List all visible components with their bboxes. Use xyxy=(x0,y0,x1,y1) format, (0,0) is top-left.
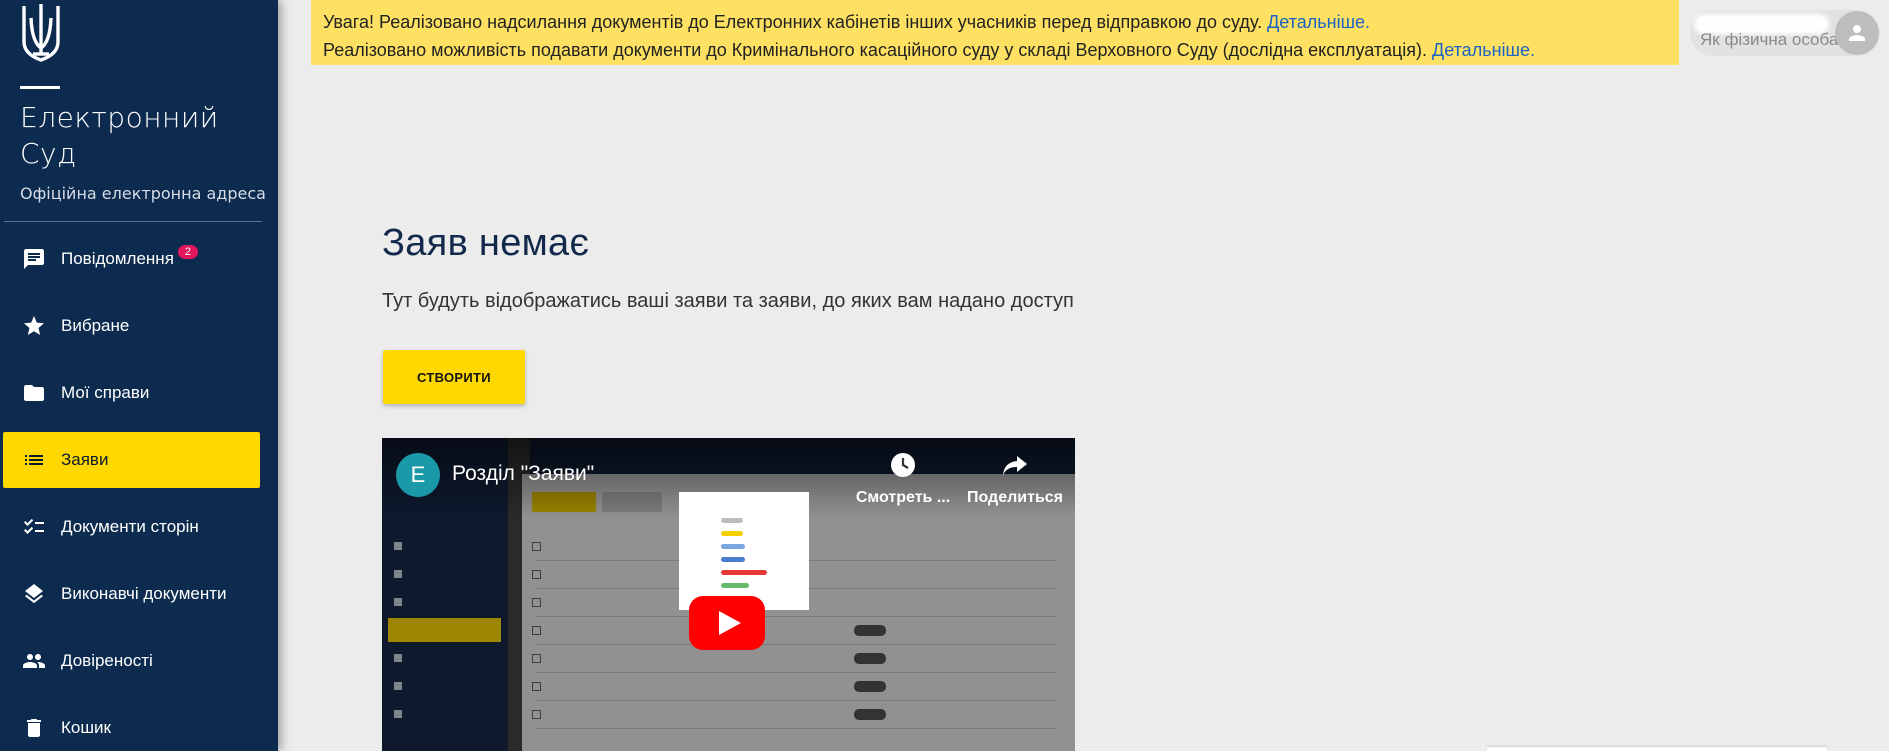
sidebar-item-label: Мої справи xyxy=(61,383,150,402)
people-icon xyxy=(21,648,47,674)
checklist-icon xyxy=(21,514,47,540)
brand-title[interactable]: Електронний Суд xyxy=(20,100,240,172)
user-icon xyxy=(1849,25,1865,41)
table-row xyxy=(536,700,1056,701)
watch-later-label: Смотреть ... xyxy=(855,489,951,506)
empty-state-description: Тут будуть відображатись ваші заяви та з… xyxy=(382,290,1074,312)
share-icon xyxy=(1003,456,1027,475)
video-preview-checkbox xyxy=(532,542,541,551)
folder-icon xyxy=(21,380,47,406)
empty-state-title: Заяв немає xyxy=(382,222,590,264)
notice-text-1: Увага! Реалізовано надсилання документів… xyxy=(323,12,1263,32)
video-preview-nav-item xyxy=(394,654,410,662)
notice-line-2: Реалізовано можливість подавати документ… xyxy=(323,36,1667,64)
video-center-thumbnail xyxy=(679,492,809,610)
video-player[interactable]: E Розділ "Заяви" Смотреть ... Поделиться xyxy=(382,438,1075,751)
video-preview-checkbox xyxy=(532,654,541,663)
avatar[interactable] xyxy=(1835,11,1879,55)
bottom-panel-edge xyxy=(1487,747,1827,751)
sidebar-divider xyxy=(4,221,262,222)
sidebar-item-label: Кошик xyxy=(61,718,111,737)
star-icon xyxy=(21,313,47,339)
video-preview-nav-item xyxy=(394,598,410,606)
video-preview-active-item xyxy=(388,618,501,642)
user-role: Як фізична особа xyxy=(1700,30,1839,49)
sidebar-item-label: Заяви xyxy=(61,450,109,469)
message-icon xyxy=(21,246,47,272)
sidebar-item-applications[interactable]: Заяви xyxy=(3,432,260,488)
share-button[interactable]: Поделиться xyxy=(960,452,1070,507)
sidebar: Електронний Суд Офіційна електронна адре… xyxy=(0,0,278,751)
create-button[interactable]: СТВОРИТИ xyxy=(383,350,525,404)
notice-line-1: Увага! Реалізовано надсилання документів… xyxy=(323,8,1667,36)
brand-subtitle: Офіційна електронна адреса xyxy=(20,184,266,203)
sidebar-item-label: Документи сторін xyxy=(61,517,199,536)
sidebar-item-label: Вибране xyxy=(61,316,130,335)
table-row xyxy=(536,672,1056,673)
sidebar-item-notifications[interactable]: Повідомлення 2 xyxy=(3,231,260,287)
video-preview-nav-item xyxy=(394,710,410,718)
notice-text-2: Реалізовано можливість подавати документ… xyxy=(323,40,1428,60)
list-icon xyxy=(21,447,47,473)
sidebar-item-powers-of-attorney[interactable]: Довіреності xyxy=(3,633,260,689)
sidebar-item-enforcement-documents[interactable]: Виконавчі документи xyxy=(3,566,260,622)
brand-divider xyxy=(20,86,60,89)
video-preview-checkbox xyxy=(532,710,541,719)
trident-logo xyxy=(22,4,60,62)
video-preview-nav-item xyxy=(394,542,410,550)
table-row xyxy=(536,728,1056,729)
layers-icon xyxy=(21,581,47,607)
trash-icon xyxy=(21,715,47,741)
clock-icon xyxy=(891,453,915,477)
notice-details-link-1[interactable]: Детальніше. xyxy=(1267,12,1370,32)
sidebar-item-party-documents[interactable]: Документи сторін xyxy=(3,499,260,555)
table-row xyxy=(536,616,1056,617)
sidebar-item-label: Виконавчі документи xyxy=(61,584,227,603)
sidebar-item-trash[interactable]: Кошик xyxy=(3,700,260,751)
channel-avatar[interactable]: E xyxy=(396,453,440,497)
video-preview-checkbox xyxy=(532,598,541,607)
sidebar-item-label: Повідомлення xyxy=(61,249,174,268)
video-preview-nav-item xyxy=(394,682,410,690)
video-preview-status-pill xyxy=(854,681,886,692)
sidebar-item-my-cases[interactable]: Мої справи xyxy=(3,365,260,421)
video-preview-checkbox xyxy=(532,682,541,691)
video-title[interactable]: Розділ "Заяви" xyxy=(452,462,594,486)
sidebar-item-favorites[interactable]: Вибране xyxy=(3,298,260,354)
video-preview-checkbox xyxy=(532,570,541,579)
video-preview-status-pill xyxy=(854,653,886,664)
watch-later-button[interactable]: Смотреть ... xyxy=(848,452,958,507)
video-preview-nav-item xyxy=(394,570,410,578)
notification-badge: 2 xyxy=(177,245,199,259)
sidebar-item-label: Довіреності xyxy=(61,651,153,670)
play-icon[interactable] xyxy=(689,596,765,650)
video-preview-status-pill xyxy=(854,709,886,720)
notice-details-link-2[interactable]: Детальніше. xyxy=(1432,40,1535,60)
notice-banner: Увага! Реалізовано надсилання документів… xyxy=(311,0,1679,65)
user-menu[interactable]: Як фізична особа xyxy=(1690,10,1880,56)
table-row xyxy=(536,644,1056,645)
sidebar-nav: Повідомлення 2 Вибране Мої справи Заяви xyxy=(0,231,278,751)
share-label: Поделиться xyxy=(966,489,1064,506)
video-preview-status-pill xyxy=(854,625,886,636)
video-preview-checkbox xyxy=(532,626,541,635)
